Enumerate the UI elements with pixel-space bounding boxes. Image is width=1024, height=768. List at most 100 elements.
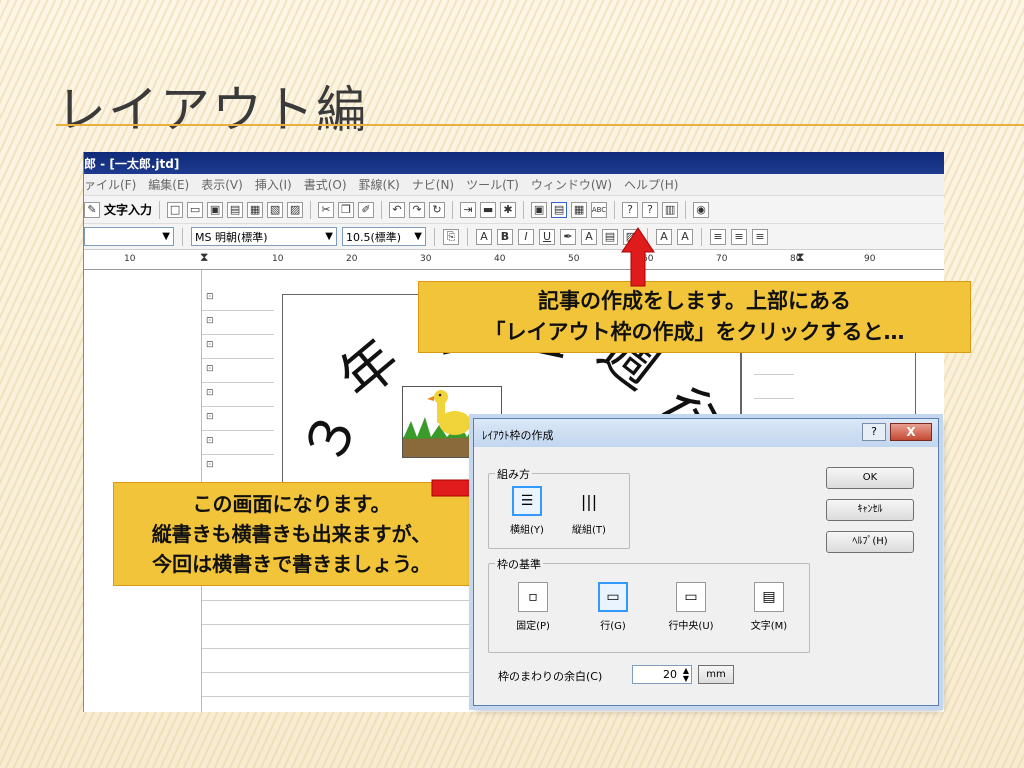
- ok-button[interactable]: OK: [826, 467, 914, 489]
- menu-view[interactable]: 表示(V): [201, 176, 243, 193]
- char-size-icon[interactable]: A: [677, 228, 693, 245]
- callout-line: 縦書きも横書きも出来ますが、: [151, 522, 432, 546]
- ruler-tick-label: 30: [420, 254, 432, 264]
- base-line-center-label: 行中央(U): [668, 621, 714, 632]
- insert-frame-icon[interactable]: ▣: [531, 201, 548, 218]
- paste-icon[interactable]: ✐: [358, 201, 375, 218]
- indent-marker-icon[interactable]: ⧗: [200, 250, 208, 265]
- repeat-icon[interactable]: ↻: [429, 201, 446, 218]
- toolbar-separator: [467, 227, 468, 246]
- paragraph-mark-icon: ⊡: [206, 316, 214, 326]
- text-input-icon[interactable]: ✎: [84, 201, 100, 218]
- cut-icon[interactable]: ✂: [318, 201, 335, 218]
- ruler-tick-label: 70: [716, 254, 728, 264]
- base-line-option[interactable]: ▭ 行(G): [581, 582, 645, 632]
- base-fixed-option[interactable]: ▫ 固定(P): [501, 582, 565, 632]
- align-center-icon[interactable]: ≡: [731, 228, 747, 245]
- save-as-icon[interactable]: ▤: [227, 201, 244, 218]
- spellcheck-icon[interactable]: ABC: [591, 201, 608, 218]
- menu-window[interactable]: ウィンドウ(W): [531, 176, 612, 193]
- right-indent-marker-icon[interactable]: ⧗: [796, 250, 804, 265]
- instruction-callout-left: この画面になります。 縦書きも横書きも出来ますが、 今回は横書きで書きましょう。: [113, 482, 470, 586]
- align-right-icon[interactable]: ≡: [752, 228, 768, 245]
- font-size-select[interactable]: 10.5(標準) ▼: [342, 227, 426, 246]
- style-copy-icon[interactable]: ⎘: [443, 228, 459, 245]
- standard-toolbar: ✎ 文字入力 □ ▭ ▣ ▤ ▦ ▧ ▨ ✂ ❐ ✐ ↶ ↷ ↻ ⇥ ▬ ✱ ▣…: [84, 196, 944, 224]
- tab-icon[interactable]: ⇥: [460, 201, 477, 218]
- bold-icon[interactable]: B: [497, 228, 513, 245]
- horizontal-lines-icon: ☰: [512, 486, 542, 516]
- table-frame-icon[interactable]: ▦: [571, 201, 588, 218]
- base-line-center-option[interactable]: ▭ 行中央(U): [659, 582, 723, 632]
- toolbar-separator: [452, 200, 454, 219]
- help-button[interactable]: ﾍﾙﾌﾟ(H): [826, 531, 914, 553]
- help-query-icon[interactable]: ?: [622, 201, 639, 218]
- direction-group-label: 組み方: [495, 466, 532, 482]
- vertical-option[interactable]: ||| 縦組(T): [563, 486, 615, 537]
- menu-edit[interactable]: 編集(E): [148, 176, 189, 193]
- margin-label: 枠のまわりの余白(C): [498, 670, 603, 683]
- text-line: [202, 624, 502, 625]
- paragraph-mark-icon: ⊡: [206, 460, 214, 470]
- menu-format[interactable]: 書式(O): [304, 176, 347, 193]
- char-scale-icon[interactable]: A: [656, 228, 672, 245]
- slide-title: レイアウト編: [56, 81, 368, 139]
- dialog-title-bar[interactable]: ﾚｲｱｳﾄ枠の作成 ? X: [474, 419, 938, 447]
- text-line: [754, 398, 794, 399]
- base-line-center-icon: ▭: [676, 582, 706, 612]
- menu-tools[interactable]: ツール(T): [466, 176, 519, 193]
- callout-line: 記事の作成をします。上部にある: [538, 289, 851, 313]
- dialog-close-button[interactable]: X: [890, 423, 932, 441]
- menu-file[interactable]: ァイル(F): [84, 176, 136, 193]
- redo-icon[interactable]: ↷: [409, 201, 426, 218]
- highlight-icon[interactable]: ✒: [560, 228, 576, 245]
- circle-icon[interactable]: ◉: [693, 201, 710, 218]
- ruler-tick-label: 90: [864, 254, 876, 264]
- menu-help[interactable]: ヘルプ(H): [624, 176, 678, 193]
- char-border-icon[interactable]: A: [581, 228, 597, 245]
- callout-line: この画面になります。: [192, 492, 391, 516]
- italic-icon[interactable]: I: [518, 228, 534, 245]
- horizontal-option[interactable]: ☰ 横組(Y): [501, 486, 553, 536]
- toolbar-separator: [523, 200, 525, 219]
- wizard-icon[interactable]: ✱: [500, 201, 517, 218]
- undo-icon[interactable]: ↶: [389, 201, 406, 218]
- red-up-arrow-icon: [621, 227, 655, 287]
- menu-insert[interactable]: 挿入(I): [255, 176, 292, 193]
- text-input-button[interactable]: 文字入力: [104, 201, 152, 218]
- underline-icon[interactable]: U: [539, 228, 555, 245]
- marker-icon[interactable]: ▬: [480, 201, 497, 218]
- text-line: [202, 600, 502, 601]
- open-folder-icon[interactable]: ▭: [187, 201, 204, 218]
- base-line-icon: ▭: [598, 582, 628, 612]
- vertical-lines-icon: |||: [580, 491, 598, 511]
- menu-navi[interactable]: ナビ(N): [412, 176, 454, 193]
- spinner-arrows-icon[interactable]: ▲ ▼: [683, 667, 689, 683]
- cancel-button[interactable]: ｷｬﾝｾﾙ: [826, 499, 914, 521]
- horizontal-ruler[interactable]: 10 ⧗ 10 20 30 40 50 60 70 80 ⧗ 90: [84, 250, 944, 270]
- font-size-up-icon[interactable]: A: [476, 228, 492, 245]
- context-help-icon[interactable]: ?: [642, 201, 659, 218]
- dialog-help-button[interactable]: ?: [862, 423, 886, 441]
- application-icon[interactable]: ▥: [662, 201, 679, 218]
- char-shade-icon[interactable]: ▤: [602, 228, 618, 245]
- font-select[interactable]: MS 明朝(標準) ▼: [191, 227, 337, 246]
- margin-spinner[interactable]: 20 ▲ ▼: [632, 665, 692, 684]
- style-select[interactable]: ▼: [84, 227, 174, 246]
- unit-button[interactable]: mm: [698, 665, 734, 684]
- text-line: [202, 358, 274, 359]
- align-left-icon[interactable]: ≡: [710, 228, 726, 245]
- base-char-option[interactable]: ▤ 文字(M): [737, 582, 801, 632]
- text-line: [202, 430, 274, 431]
- new-document-icon[interactable]: □: [167, 201, 184, 218]
- close-doc-icon[interactable]: ▨: [287, 201, 304, 218]
- layout-frame-icon[interactable]: ▤: [551, 201, 568, 218]
- ruler-tick-label: 50: [568, 254, 580, 264]
- dialog-title: ﾚｲｱｳﾄ枠の作成: [482, 429, 554, 442]
- print-icon[interactable]: ▦: [247, 201, 264, 218]
- margin-value: 20: [663, 668, 677, 681]
- copy-icon[interactable]: ❐: [338, 201, 355, 218]
- save-icon[interactable]: ▣: [207, 201, 224, 218]
- print-preview-icon[interactable]: ▧: [267, 201, 284, 218]
- menu-ruled-line[interactable]: 罫線(K): [359, 176, 400, 193]
